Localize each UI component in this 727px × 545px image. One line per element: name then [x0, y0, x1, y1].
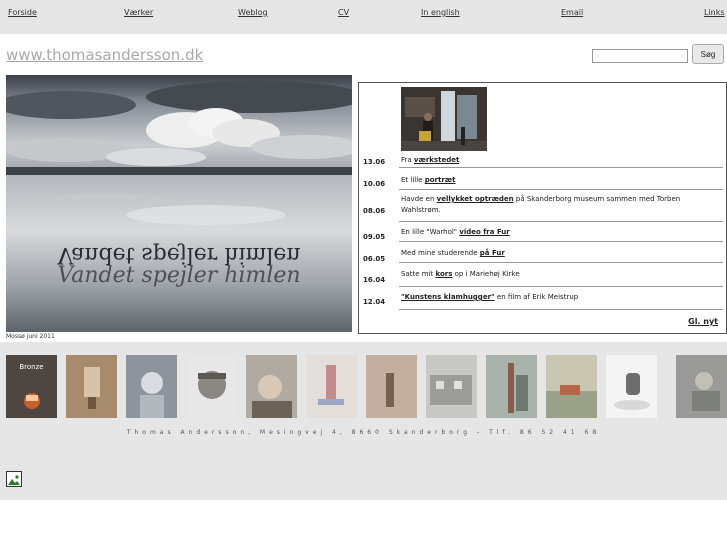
news-date: 08.06: [363, 207, 386, 215]
news-text: "Kunstens klamhugger" en film af Erik Me…: [401, 292, 721, 303]
news-text-pre: Satte mit: [401, 270, 436, 278]
news-date: 13.06: [363, 158, 386, 166]
gallery-bar: Bronze Thomas Andersson, Mesingvej 4, 86…: [0, 342, 727, 500]
news-link[interactable]: på Fur: [480, 249, 505, 257]
reflected-text-upright: Vandet spejler himlen: [57, 263, 300, 288]
gallery-thumb[interactable]: [676, 355, 727, 418]
gallery-thumb-bronze[interactable]: Bronze: [6, 355, 57, 418]
news-link[interactable]: portræt: [425, 176, 456, 184]
top-navigation: Forside Værker Weblog CV In english Emai…: [0, 0, 727, 34]
nav-forside[interactable]: Forside: [8, 8, 37, 17]
news-link[interactable]: vellykket optræden: [437, 195, 514, 203]
news-text: Et lille portræt: [401, 175, 721, 186]
news-date: 06.05: [363, 255, 386, 263]
nav-weblog[interactable]: Weblog: [238, 8, 268, 17]
hero-caption: Mossø juni 2011: [6, 333, 55, 340]
news-link[interactable]: video fra Fur: [459, 228, 510, 236]
nav-email[interactable]: Email: [561, 8, 583, 17]
divider: [399, 167, 723, 168]
workshop-photo[interactable]: [401, 87, 487, 151]
news-text-pre: Med mine studerende: [401, 249, 480, 257]
divider: [399, 286, 723, 287]
gallery-thumb[interactable]: [306, 355, 357, 418]
site-title-link[interactable]: www.thomasandersson.dk: [6, 46, 203, 64]
news-text-pre: Havde en: [401, 195, 437, 203]
news-text-pre: Fra: [401, 156, 414, 164]
gallery-thumb[interactable]: [246, 355, 297, 418]
divider: [399, 241, 723, 242]
gallery-thumb[interactable]: [606, 355, 657, 418]
gallery-thumb[interactable]: [66, 355, 117, 418]
gallery-thumb[interactable]: [366, 355, 417, 418]
divider: [399, 189, 723, 190]
older-news-link[interactable]: Gl. nyt: [688, 317, 718, 326]
news-link[interactable]: kors: [436, 270, 453, 278]
gallery-thumb[interactable]: [186, 355, 237, 418]
nav-vaerker[interactable]: Værker: [124, 8, 153, 17]
news-panel: 13.06 Fra værkstedet 10.06 Et lille port…: [358, 82, 727, 334]
news-date: 12.04: [363, 298, 386, 306]
search-button[interactable]: Søg: [692, 44, 724, 64]
hero-image[interactable]: Vandet spejler himlen Vandet spejler him…: [6, 75, 352, 332]
gallery-label: Bronze: [19, 363, 44, 371]
divider: [399, 309, 723, 310]
news-text: En lille "Warhol" video fra Fur: [401, 227, 721, 238]
header: www.thomasandersson.dk Søg: [0, 34, 727, 75]
divider: [399, 221, 723, 222]
lake-reflection-image: Vandet spejler himlen Vandet spejler him…: [6, 75, 352, 332]
news-text: Fra værkstedet: [401, 155, 721, 166]
gallery-thumb[interactable]: [546, 355, 597, 418]
image-icon[interactable]: [6, 471, 22, 487]
divider: [399, 262, 723, 263]
news-link[interactable]: værkstedet: [414, 156, 459, 164]
footer-address: Thomas Andersson, Mesingvej 4, 8660 Skan…: [126, 429, 601, 436]
gallery-thumb[interactable]: [126, 355, 177, 418]
nav-links[interactable]: Links: [704, 8, 725, 17]
news-date: 09.05: [363, 233, 386, 241]
news-text-pre: Et lille: [401, 176, 425, 184]
nav-cv[interactable]: CV: [338, 8, 349, 17]
news-text-post: op i Mariehøj Kirke: [452, 270, 520, 278]
news-text-pre: En lille "Warhol": [401, 228, 460, 236]
news-date: 10.06: [363, 180, 386, 188]
gallery-thumb[interactable]: [486, 355, 537, 418]
news-text: Havde en vellykket optræden på Skanderbo…: [401, 194, 721, 216]
nav-in-english[interactable]: In english: [421, 8, 460, 17]
news-date: 16.04: [363, 276, 386, 284]
search-input[interactable]: [592, 49, 688, 63]
news-text: Med mine studerende på Fur: [401, 248, 721, 259]
news-text-post: en film af Erik Meistrup: [494, 293, 579, 301]
news-text: Satte mit kors op i Mariehøj Kirke: [401, 269, 721, 280]
gallery-thumb[interactable]: [426, 355, 477, 418]
news-link[interactable]: "Kunstens klamhugger": [401, 293, 495, 301]
